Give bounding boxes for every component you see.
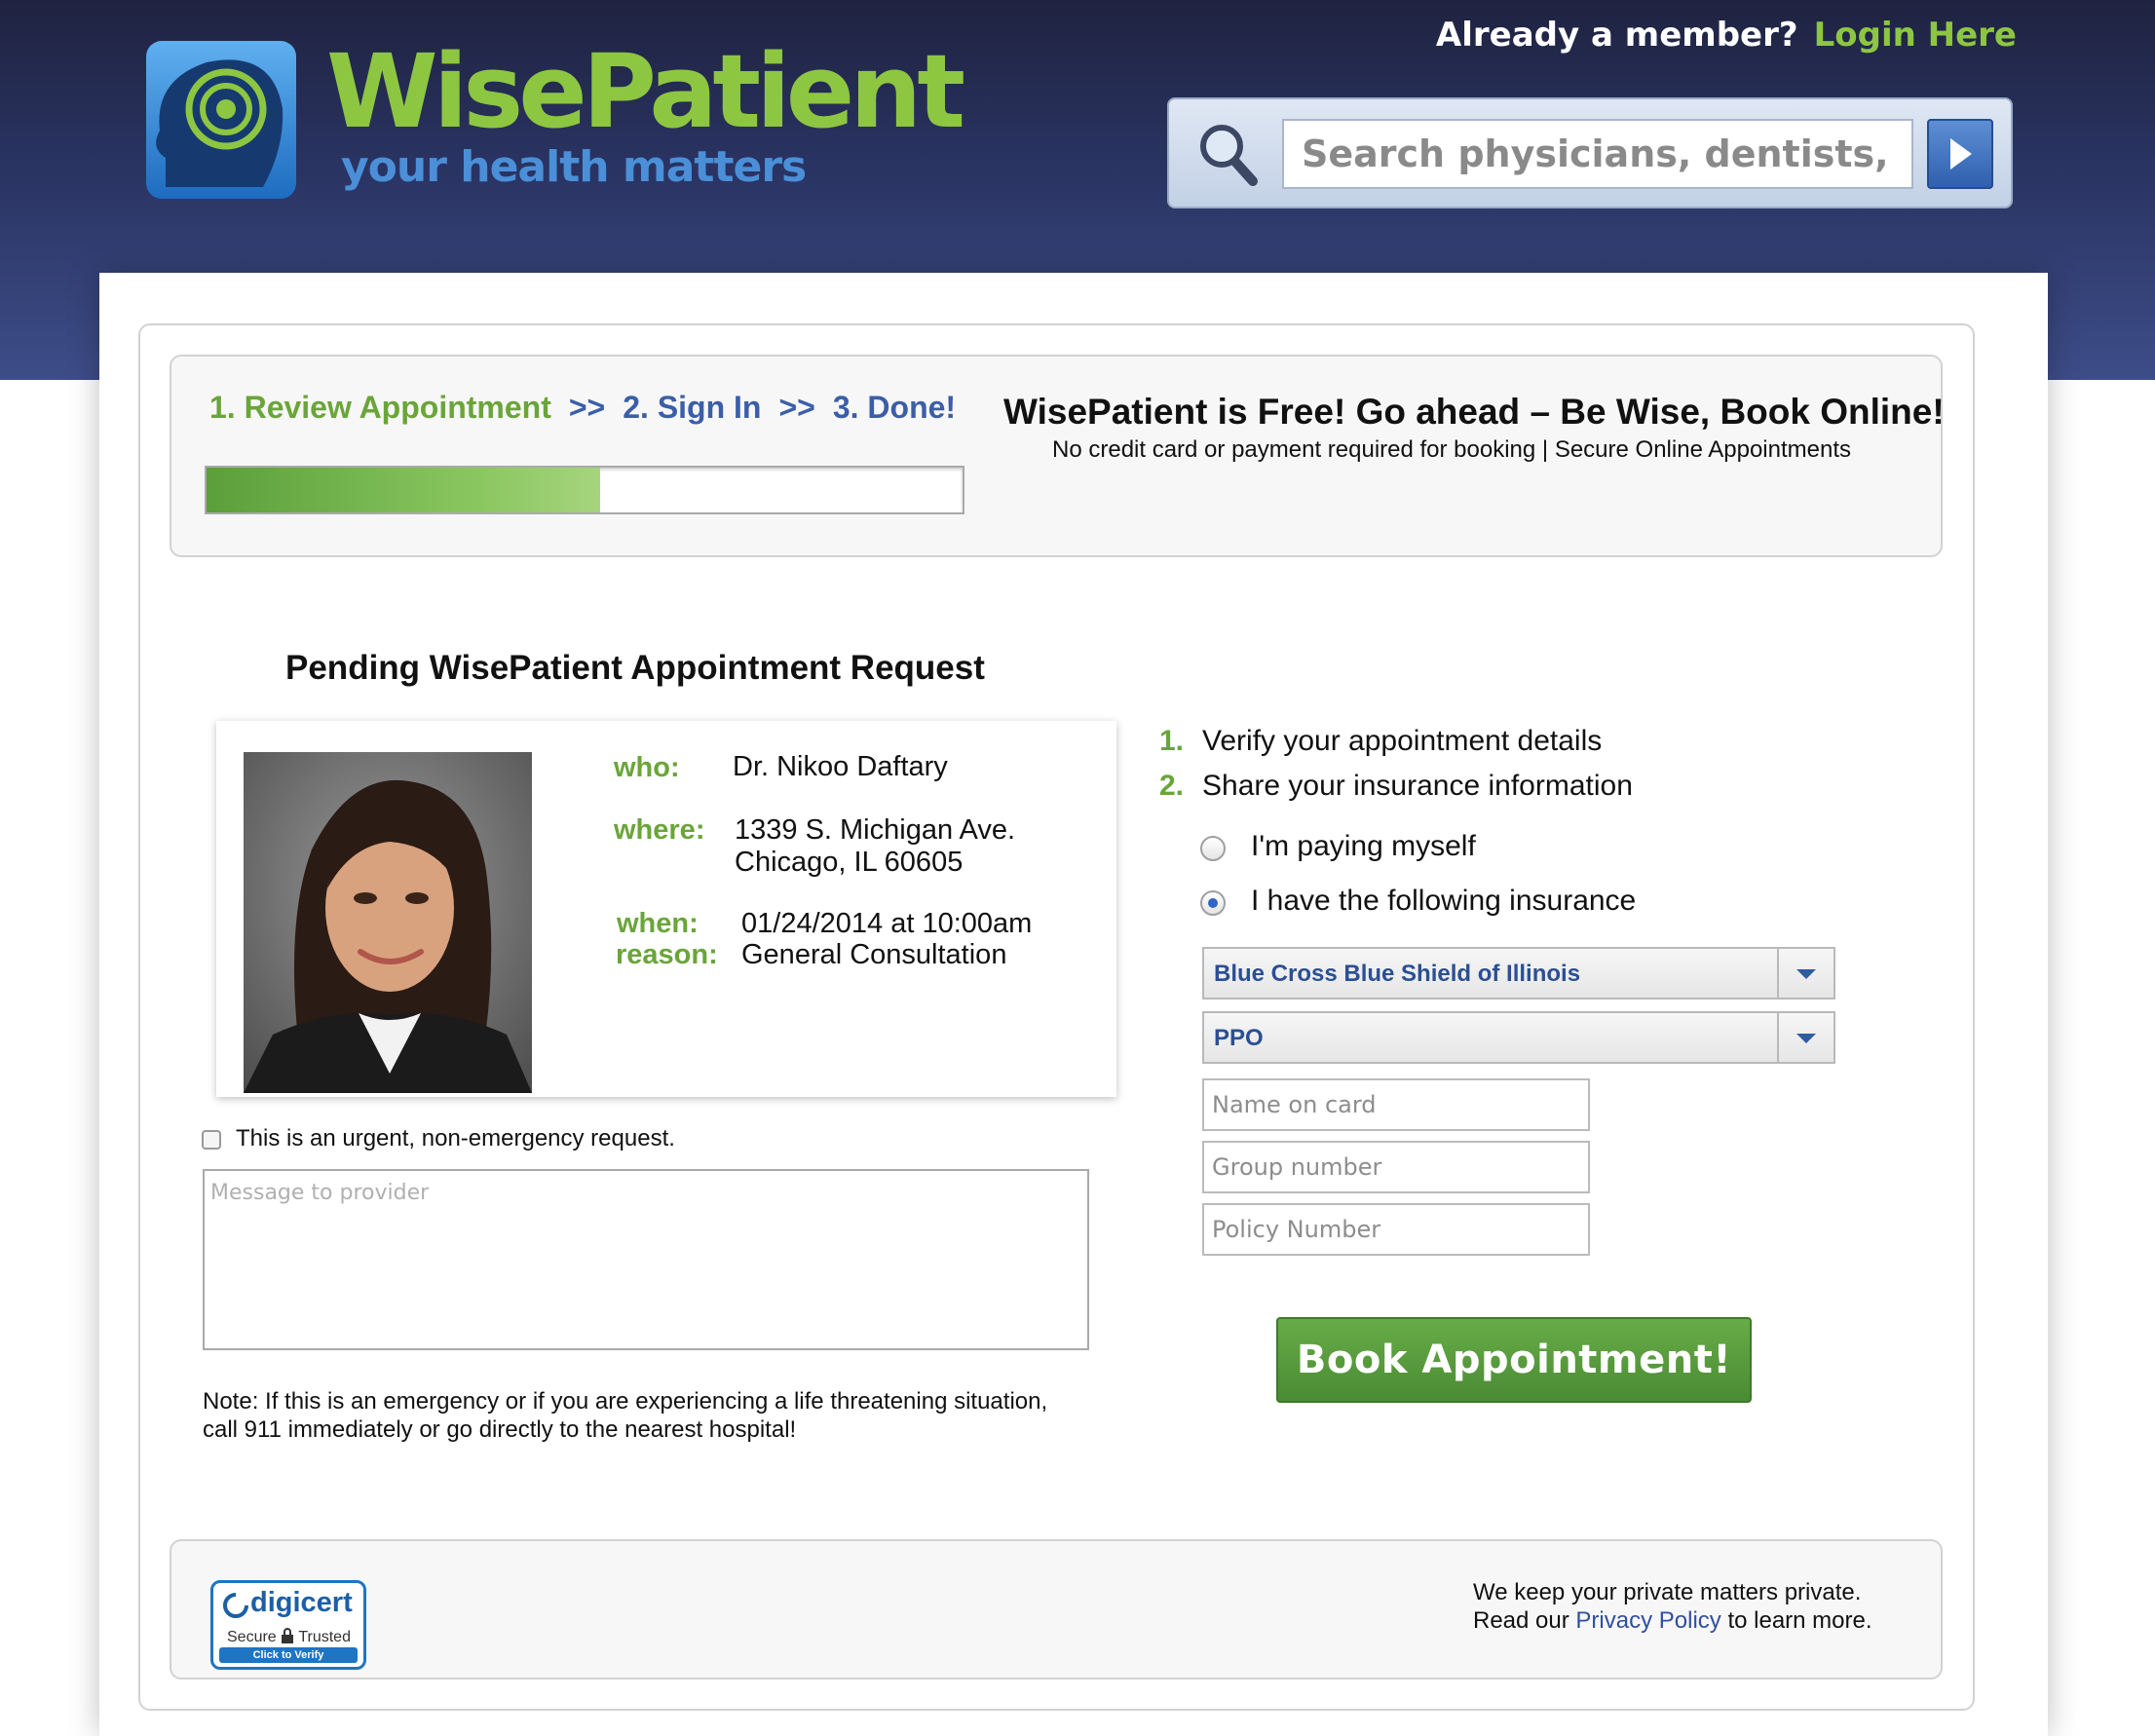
emergency-note-line-2: call 911 immediately or go directly to t… — [203, 1416, 797, 1443]
doctor-photo — [244, 752, 532, 1093]
when-label: when: — [617, 908, 699, 939]
pay-self-label: I'm paying myself — [1251, 830, 1476, 862]
booking-step-text: Share your insurance information — [1202, 770, 1633, 802]
booking-step-number: 2. — [1159, 770, 1185, 802]
reason-label: reason: — [616, 939, 718, 970]
step-done: 3. Done! — [832, 390, 957, 425]
name-on-card-field[interactable] — [1202, 1078, 1590, 1131]
step-sign-in: 2. Sign In — [623, 390, 762, 425]
login-link[interactable]: Login Here — [1814, 16, 2017, 55]
digicert-seal[interactable]: digicert Secure Trusted Click to Verify — [210, 1580, 366, 1670]
emergency-note-line-1: Note: If this is an emergency or if you … — [203, 1388, 1048, 1415]
progress-bar-fill — [207, 468, 600, 512]
site-logo[interactable]: WisePatient your health matters — [146, 41, 965, 207]
insurance-plan-select[interactable]: PPO — [1202, 1011, 1835, 1064]
booking-step-number: 1. — [1159, 725, 1185, 757]
step-breadcrumb: 1. Review Appointment >> 2. Sign In >> 3. Do… — [209, 390, 956, 426]
pay-self-radio[interactable] — [1200, 836, 1226, 861]
digicert-brand: digicert — [250, 1587, 353, 1618]
privacy-after: to learn more. — [1727, 1607, 1872, 1634]
address-line-2: Chicago, IL 60605 — [735, 847, 964, 878]
step-review: 1. Review Appointment — [209, 390, 551, 425]
digicert-subtext: Secure Trusted — [227, 1628, 351, 1646]
booking-step-text: Verify your appointment details — [1202, 725, 1603, 757]
search-icon — [1200, 125, 1258, 186]
appointment-title: Pending WisePatient Appointment Request — [285, 649, 985, 687]
policy-number-field[interactable] — [1202, 1203, 1590, 1256]
appointment-time: 01/24/2014 at 10:00am — [741, 908, 1033, 939]
address-line-1: 1339 S. Michigan Ave. — [735, 814, 1016, 846]
search-submit-button[interactable] — [1927, 119, 1993, 189]
doctor-name: Dr. Nikoo Daftary — [733, 751, 948, 782]
group-number-field[interactable] — [1202, 1141, 1590, 1193]
insurance-carrier-select[interactable]: Blue Cross Blue Shield of Illinois — [1202, 947, 1835, 1000]
seal-trusted: Trusted — [298, 1629, 351, 1645]
chevron-down-icon[interactable] — [1777, 1013, 1834, 1062]
who-label: who: — [614, 752, 680, 783]
privacy-line-1: We keep your private matters private. — [1473, 1579, 1862, 1605]
head-swirl-logo-icon — [146, 41, 296, 199]
message-to-provider[interactable] — [203, 1169, 1089, 1350]
member-bar: Already a member? Login Here — [1436, 16, 2017, 55]
search-bar — [1167, 97, 2013, 208]
lock-icon — [282, 1628, 294, 1643]
step-separator: >> — [778, 390, 815, 425]
insurance-plan-value: PPO — [1214, 1025, 1264, 1051]
progress-bar — [205, 466, 964, 514]
member-prompt: Already a member? — [1435, 16, 1798, 55]
arrow-right-icon — [1950, 138, 1972, 170]
promo-subtitle: No credit card or payment required for b… — [1052, 436, 1852, 463]
insurance-label: I have the following insurance — [1251, 885, 1637, 917]
privacy-policy-link[interactable]: Privacy Policy — [1575, 1607, 1720, 1634]
chevron-down-icon[interactable] — [1777, 949, 1834, 998]
seal-verify: Click to Verify — [219, 1647, 358, 1663]
privacy-line-2: Read our Privacy Policy to learn more. — [1473, 1606, 1872, 1635]
search-input[interactable] — [1282, 119, 1913, 189]
booking-step: 1. Verify your appointment details — [1159, 719, 1633, 764]
urgent-label[interactable]: This is an urgent, non-emergency request… — [236, 1125, 675, 1152]
book-appointment-button[interactable]: Book Appointment! — [1276, 1317, 1752, 1403]
booking-steps: 1. Verify your appointment details 2. Shar… — [1159, 719, 1633, 809]
urgent-checkbox[interactable] — [202, 1130, 221, 1150]
emergency-note: Note: If this is an emergency or if you … — [203, 1387, 1099, 1444]
privacy-read: Read our — [1473, 1607, 1569, 1634]
promo-title: WisePatient is Free! Go ahead – Be Wise,… — [1003, 392, 1945, 432]
booking-step: 2. Share your insurance information — [1159, 764, 1633, 809]
privacy-note: We keep your private matters private. Re… — [1473, 1578, 1872, 1635]
brand-name: WisePatient — [326, 32, 965, 151]
brand-tagline: your health matters — [341, 142, 807, 192]
digicert-mark-icon — [223, 1593, 248, 1618]
seal-secure: Secure — [227, 1629, 277, 1645]
insurance-radio[interactable] — [1200, 890, 1226, 916]
step-separator: >> — [568, 390, 606, 425]
where-label: where: — [614, 814, 705, 846]
appointment-reason: General Consultation — [741, 939, 1007, 970]
insurance-carrier-value: Blue Cross Blue Shield of Illinois — [1214, 961, 1581, 987]
